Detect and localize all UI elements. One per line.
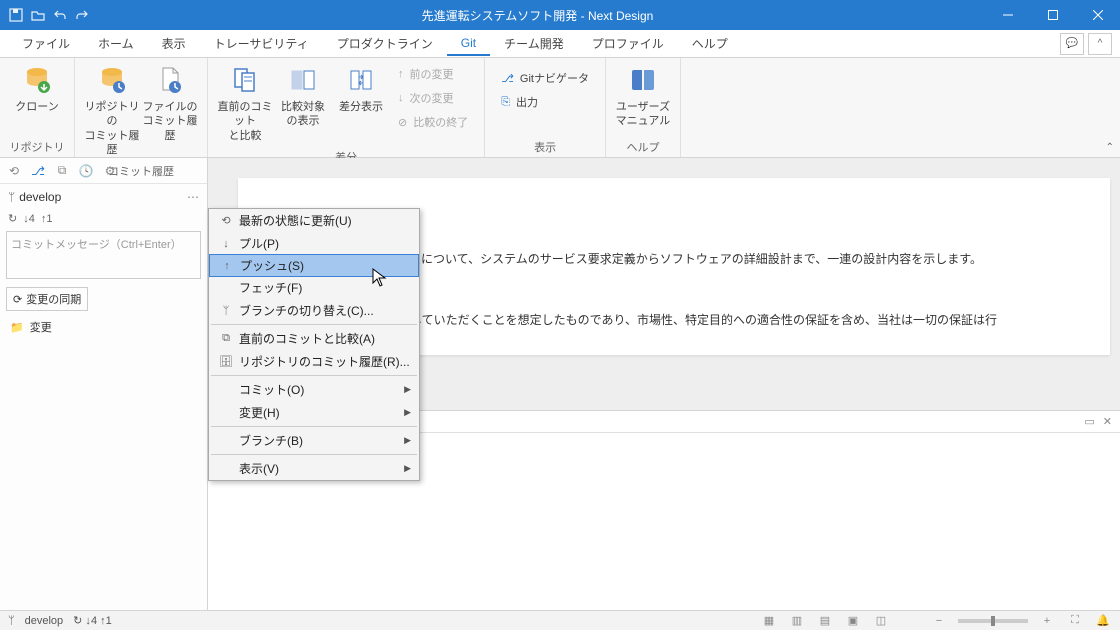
- arrow-up-icon: ↑: [398, 68, 404, 80]
- file-history-icon: [154, 64, 186, 96]
- database-history-icon: [96, 64, 128, 96]
- output-icon: ⎘: [501, 96, 510, 109]
- open-icon[interactable]: [30, 7, 46, 23]
- restore-pane-icon[interactable]: ▭: [1084, 415, 1094, 428]
- submenu-arrow-icon: ▶: [404, 435, 411, 446]
- fit-icon[interactable]: ⛶: [1066, 614, 1084, 627]
- arrow-down-icon: ↓: [398, 92, 404, 104]
- down-icon: ↓: [217, 238, 235, 250]
- layout1-icon[interactable]: ▦: [760, 614, 778, 627]
- up-icon: ↑: [218, 260, 236, 272]
- sync-stats: ↻ ↓4 ↑1: [0, 210, 207, 227]
- folder-icon: 📁: [10, 321, 24, 334]
- compare-icon[interactable]: ⧉: [54, 163, 70, 179]
- tab-team[interactable]: チーム開発: [490, 31, 578, 56]
- branch-status-label[interactable]: develop: [25, 615, 64, 627]
- menu-item[interactable]: ⧉直前のコミットと比較(A): [209, 327, 419, 350]
- tab-profile[interactable]: プロファイル: [578, 31, 678, 56]
- sync-changes-button[interactable]: ⟳ 変更の同期: [6, 287, 88, 311]
- collapse-ribbon-button[interactable]: ^: [1088, 33, 1112, 55]
- tab-home[interactable]: ホーム: [84, 31, 148, 56]
- database-clone-icon: [21, 64, 53, 96]
- ribbon: クローン リポジトリ リポジトリの コミット履歴 ファイルの コミット履歴 コミ…: [0, 58, 1120, 158]
- current-branch[interactable]: ᛘ develop ⋯: [0, 184, 207, 210]
- minimize-button[interactable]: [985, 0, 1030, 30]
- sync-icon: ↻: [8, 212, 17, 225]
- histdb-icon: 🗄: [217, 355, 235, 368]
- menu-item[interactable]: 🗄リポジトリのコミット履歴(R)...: [209, 350, 419, 373]
- branch-glyph-icon: ᛘ: [8, 190, 15, 204]
- close-button[interactable]: [1075, 0, 1120, 30]
- tab-productline[interactable]: プロダクトライン: [323, 31, 447, 56]
- maximize-button[interactable]: [1030, 0, 1075, 30]
- refresh-icon[interactable]: ⟲: [6, 163, 22, 179]
- sync-icon: ⟳: [13, 293, 22, 306]
- save-icon[interactable]: [8, 7, 24, 23]
- next-change-button[interactable]: ↓次の変更: [394, 88, 472, 108]
- menubar: ファイル ホーム 表示 トレーサビリティ プロダクトライン Git チーム開発 …: [0, 30, 1120, 58]
- diff-show-button[interactable]: 差分表示: [332, 62, 390, 114]
- zoom-in-icon[interactable]: +: [1038, 615, 1056, 627]
- layout5-icon[interactable]: ◫: [872, 614, 890, 627]
- layout2-icon[interactable]: ▥: [788, 614, 806, 627]
- submenu-arrow-icon: ▶: [404, 407, 411, 418]
- submenu-arrow-icon: ▶: [404, 384, 411, 395]
- menu-item[interactable]: コミット(O)▶: [209, 378, 419, 401]
- tab-view[interactable]: 表示: [148, 31, 200, 56]
- tab-file[interactable]: ファイル: [8, 31, 84, 56]
- branch-blue-icon: ⎇: [501, 72, 514, 85]
- close-pane-icon[interactable]: ✕: [1103, 415, 1112, 428]
- menu-item[interactable]: ᛘブランチの切り替え(C)...: [209, 299, 419, 322]
- layout3-icon[interactable]: ▤: [816, 614, 834, 627]
- submenu-arrow-icon: ▶: [404, 463, 411, 474]
- chat-button[interactable]: 💬: [1060, 33, 1084, 55]
- branch-status-icon[interactable]: ᛘ: [8, 615, 15, 627]
- undo-icon[interactable]: [52, 7, 68, 23]
- compare-split-icon: [287, 64, 319, 96]
- menu-item[interactable]: ブランチ(B)▶: [209, 429, 419, 452]
- git-navigator-button[interactable]: ⎇Gitナビゲータ: [497, 68, 593, 88]
- zoom-out-icon[interactable]: −: [930, 615, 948, 627]
- menu-item[interactable]: ↑プッシュ(S): [209, 254, 419, 277]
- output-button[interactable]: ⎘出力: [497, 92, 593, 112]
- tab-traceability[interactable]: トレーサビリティ: [200, 31, 323, 56]
- compare-target-button[interactable]: 比較対象 の表示: [274, 62, 332, 129]
- compare-icon: ⧉: [217, 332, 235, 345]
- more-icon[interactable]: ⋯: [187, 190, 199, 204]
- tab-help[interactable]: ヘルプ: [678, 31, 742, 56]
- git-navigator-panel: ⟲ ⎇ ⧉ 🕓 ⚙ ᛘ develop ⋯ ↻ ↓4 ↑1 コミットメッセージ（…: [0, 158, 208, 610]
- branch-icon: ᛘ: [217, 305, 235, 317]
- end-compare-button[interactable]: ⊘比較の終了: [394, 112, 472, 132]
- file-history-button[interactable]: ファイルの コミット履歴: [141, 62, 199, 143]
- book-icon: [627, 64, 659, 96]
- diff-arrows-icon: [345, 64, 377, 96]
- prev-change-button[interactable]: ↑前の変更: [394, 64, 472, 84]
- repo-history-button[interactable]: リポジトリの コミット履歴: [83, 62, 141, 157]
- menu-item[interactable]: ⟲最新の状態に更新(U): [209, 209, 419, 232]
- menu-item[interactable]: 変更(H)▶: [209, 401, 419, 424]
- layout4-icon[interactable]: ▣: [844, 614, 862, 627]
- menu-item[interactable]: ↓プル(P): [209, 232, 419, 255]
- menu-item[interactable]: フェッチ(F): [209, 276, 419, 299]
- window-title: 先進運転システムソフト開発 - Next Design: [90, 7, 985, 24]
- zoom-slider[interactable]: [958, 619, 1028, 623]
- branch-icon[interactable]: ⎇: [30, 163, 46, 179]
- bell-icon[interactable]: 🔔: [1094, 614, 1112, 627]
- menu-item[interactable]: 表示(V)▶: [209, 457, 419, 480]
- sync-status[interactable]: ↻ ↓4 ↑1: [73, 614, 112, 627]
- compare-doc-icon: [229, 64, 261, 96]
- ribbon-collapse-icon[interactable]: ⌃: [1106, 142, 1114, 153]
- redo-icon[interactable]: [74, 7, 90, 23]
- statusbar: ᛘ develop ↻ ↓4 ↑1 ▦ ▥ ▤ ▣ ◫ − + ⛶ 🔔: [0, 610, 1120, 630]
- clone-button[interactable]: クローン: [8, 62, 66, 114]
- git-context-menu: ⟲最新の状態に更新(U)↓プル(P)↑プッシュ(S)フェッチ(F)ᛘブランチの切…: [208, 208, 420, 481]
- refresh-icon: ⟲: [217, 214, 235, 227]
- manual-button[interactable]: ユーザーズ マニュアル: [614, 62, 672, 129]
- tab-git[interactable]: Git: [447, 32, 490, 56]
- titlebar: 先進運転システムソフト開発 - Next Design: [0, 0, 1120, 30]
- commit-message-input[interactable]: コミットメッセージ（Ctrl+Enter）: [6, 231, 201, 279]
- changes-tree-node[interactable]: 📁 変更: [0, 315, 207, 339]
- compare-prev-commit-button[interactable]: 直前のコミット と比較: [216, 62, 274, 143]
- stop-icon: ⊘: [398, 116, 407, 129]
